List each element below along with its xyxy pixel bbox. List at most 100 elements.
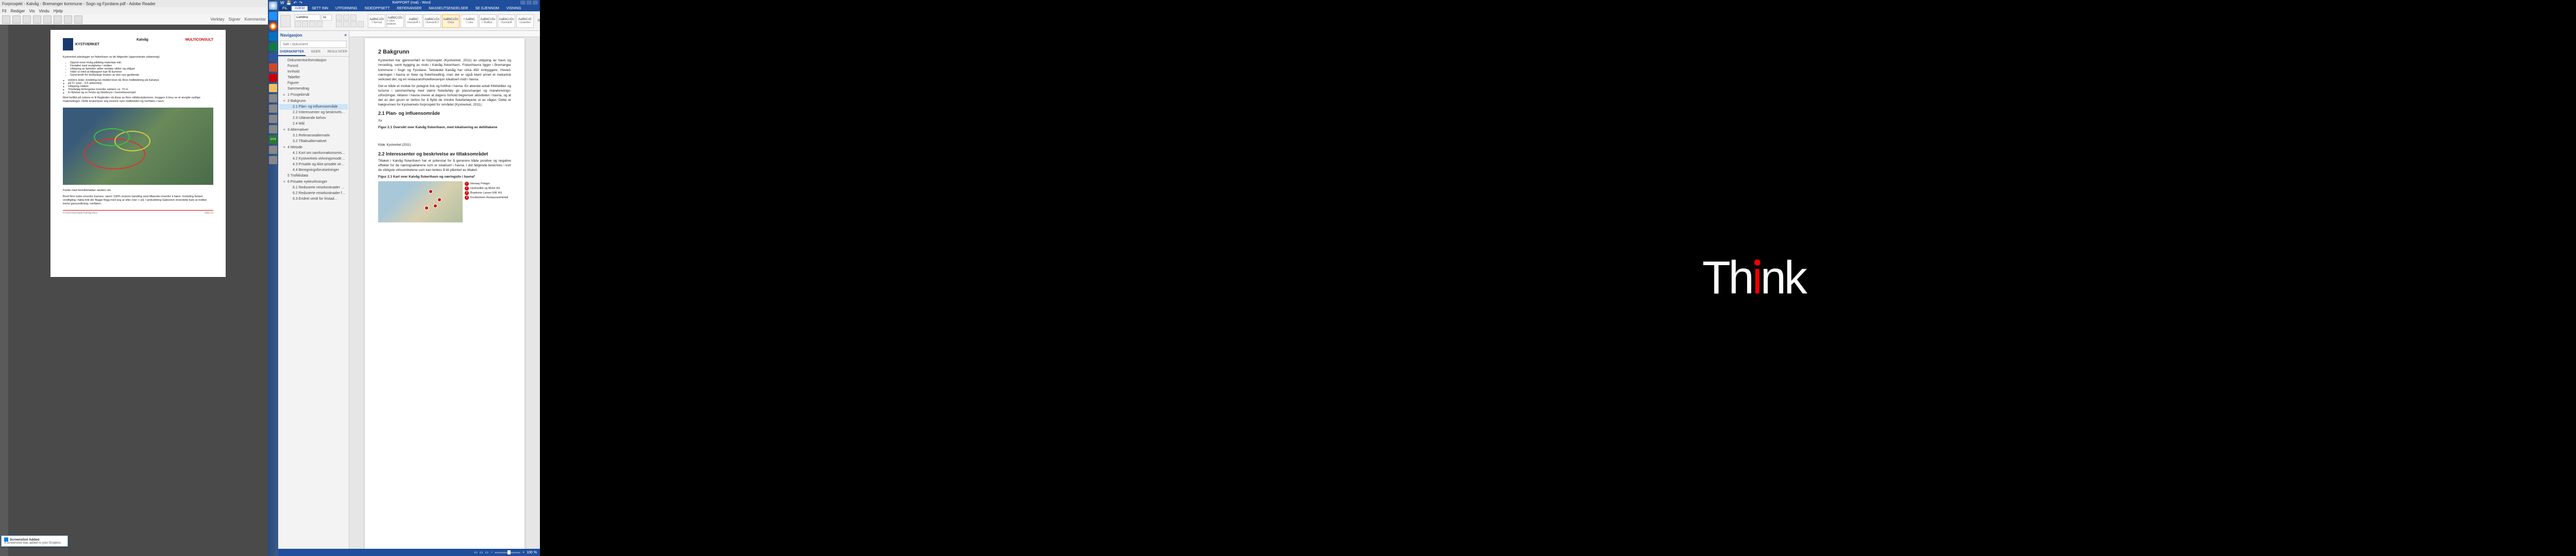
nav-item[interactable]: 3.1 Referansealternativ bbox=[279, 133, 348, 138]
multilevel-icon[interactable] bbox=[350, 14, 357, 21]
nav-item[interactable]: 4.3 Prisatte og ikke-prisatte virkikter bbox=[279, 162, 348, 167]
tab-hjem[interactable]: HJEM bbox=[292, 6, 308, 11]
style-undertitel[interactable]: AaBbCcEUndertitel bbox=[516, 14, 534, 28]
menu-hjelp[interactable]: Hjelp bbox=[54, 9, 63, 13]
nav-tab-pages[interactable]: SIDER bbox=[306, 49, 326, 56]
style-overskrift1[interactable]: AaBbCOverskrift 1 bbox=[405, 14, 422, 28]
adobe-comment-btn[interactable]: Kommentar bbox=[245, 17, 266, 22]
align-left-icon[interactable] bbox=[336, 21, 342, 27]
font-size-input[interactable] bbox=[321, 14, 332, 21]
zoom-level[interactable]: 100 % bbox=[527, 551, 537, 554]
bullets-icon[interactable] bbox=[336, 14, 342, 21]
tool-zoom-out-icon[interactable] bbox=[64, 15, 72, 24]
chrome-icon[interactable] bbox=[269, 22, 277, 30]
tool-mail-icon[interactable] bbox=[33, 15, 41, 24]
tool-open-icon[interactable] bbox=[2, 15, 10, 24]
nav-item[interactable]: 3.2 Tiltaksalternativet bbox=[279, 138, 348, 144]
zoom-out-icon[interactable]: − bbox=[490, 551, 493, 554]
numbering-icon[interactable] bbox=[343, 14, 349, 21]
nav-tree[interactable]: DokumentsinformdasjonForordInnholdTabell… bbox=[278, 57, 349, 549]
view-web-icon[interactable]: ▭ bbox=[485, 550, 488, 554]
taskbar-app-icon[interactable] bbox=[269, 94, 277, 102]
align-center-icon[interactable] bbox=[343, 21, 349, 27]
font-name-input[interactable] bbox=[295, 14, 320, 21]
nav-item[interactable]: 2.2 Interessenter og beskrivelse av tilt… bbox=[279, 110, 348, 115]
strike-icon[interactable] bbox=[316, 21, 323, 27]
nav-close-icon[interactable]: × bbox=[344, 33, 347, 38]
nav-item[interactable]: ▸1 Prosjektmål bbox=[279, 92, 348, 98]
taskbar-app-icon[interactable] bbox=[269, 146, 277, 154]
tool-page-prev-icon[interactable] bbox=[43, 15, 52, 24]
thinkpad-desktop[interactable]: Think bbox=[540, 0, 2576, 556]
nav-item[interactable]: 2.3 Utløsende behov bbox=[279, 115, 348, 121]
menu-rediger[interactable]: Rediger bbox=[10, 9, 25, 13]
view-readmode-icon[interactable]: ▭ bbox=[474, 550, 478, 554]
nav-item[interactable]: 2.4 Mål bbox=[279, 121, 348, 127]
adobe-main[interactable]: KYSTVERKET Kalvåg MULTICONSULT Kystverke… bbox=[8, 25, 268, 556]
nav-item[interactable]: ▾3 Alternativer bbox=[279, 127, 348, 133]
menu-vis[interactable]: Vis bbox=[29, 9, 35, 13]
view-print-icon[interactable]: ▭ bbox=[480, 550, 483, 554]
document-area[interactable]: 2 Bakgrunn Kystverket har gjennomført et… bbox=[349, 31, 540, 549]
nav-item[interactable]: Sammendrag bbox=[279, 86, 348, 92]
tab-settinn[interactable]: SETT INN bbox=[309, 6, 331, 11]
tab-sideoppsett[interactable]: SIDEOPPSETT bbox=[361, 6, 393, 11]
style-overskrift2[interactable]: AaBbCcDcOverskrift 2 bbox=[423, 14, 441, 28]
nav-item[interactable]: Dokumentsinformdasjon bbox=[279, 58, 348, 63]
qat-save-icon[interactable]: 💾 bbox=[286, 1, 292, 5]
taskbar-app-icon[interactable] bbox=[269, 105, 277, 113]
taskbar-badge-icon[interactable]: 1079 bbox=[269, 135, 277, 144]
adobe-icon[interactable] bbox=[269, 74, 277, 82]
tab-utforming[interactable]: UTFORMING bbox=[332, 6, 360, 11]
tool-print-icon[interactable] bbox=[23, 15, 31, 24]
tool-zoom-in-icon[interactable] bbox=[74, 15, 82, 24]
word-icon[interactable] bbox=[269, 53, 277, 61]
style-utenmellomr[interactable]: AaBbCcDc† Uten mellomr bbox=[386, 14, 404, 28]
nav-item[interactable]: 6.2 Reduserte reisekostnader for trafikk… bbox=[279, 190, 348, 196]
share-icon[interactable] bbox=[269, 115, 277, 123]
italic-icon[interactable] bbox=[302, 21, 308, 27]
style-cirkle[interactable]: AaBbCcDcCirkle bbox=[442, 14, 460, 28]
close-button[interactable] bbox=[533, 1, 538, 5]
nav-item[interactable]: 2.1 Plan- og influensområde bbox=[279, 104, 348, 110]
excel-icon[interactable] bbox=[269, 43, 277, 51]
style-overskrift[interactable]: AaBbCcDcOverskrift bbox=[498, 14, 515, 28]
style-normal[interactable]: AaBbCcDt† Normal bbox=[368, 14, 385, 28]
nav-item[interactable]: 5 Trafikkdata bbox=[279, 173, 348, 179]
nav-item[interactable]: 4.1 Kort om samfunnøkonomisk analyse bbox=[279, 150, 348, 156]
explorer-icon[interactable] bbox=[269, 84, 277, 92]
zoom-slider[interactable] bbox=[495, 552, 520, 553]
nav-item[interactable]: 6.1 Reduserte reisekostnader ved økt til… bbox=[279, 185, 348, 190]
adobe-tools-btn[interactable]: Verktøy bbox=[210, 17, 224, 22]
taskbar-app-icon[interactable] bbox=[269, 156, 277, 164]
minimize-button[interactable] bbox=[520, 1, 526, 5]
ie-icon[interactable] bbox=[269, 12, 277, 20]
nav-item[interactable]: Figurer bbox=[279, 80, 348, 86]
start-button-icon[interactable] bbox=[269, 2, 277, 10]
tab-masseutsendelser[interactable]: MASSEUTSENDELSER bbox=[426, 6, 471, 11]
maximize-button[interactable] bbox=[527, 1, 532, 5]
adobe-sign-btn[interactable]: Signer bbox=[229, 17, 241, 22]
tool-save-icon[interactable] bbox=[12, 15, 21, 24]
nav-tab-results[interactable]: RESULTATER bbox=[326, 49, 349, 56]
outlook-icon[interactable] bbox=[269, 32, 277, 41]
nav-item[interactable]: 6.3 Endret verdi for fristad... bbox=[279, 196, 348, 202]
paste-button-icon[interactable] bbox=[280, 15, 291, 27]
qat-undo-icon[interactable]: ↶ bbox=[294, 1, 297, 5]
tool-page-next-icon[interactable] bbox=[54, 15, 62, 24]
style-liste[interactable]: • AaBbC† Liste bbox=[461, 14, 478, 28]
align-right-icon[interactable] bbox=[350, 21, 357, 27]
qat-redo-icon[interactable]: ↷ bbox=[299, 1, 302, 5]
style-multilist[interactable]: AaBbCcDc† Multilist... bbox=[479, 14, 497, 28]
align-justify-icon[interactable] bbox=[358, 21, 364, 27]
taskbar-app-icon[interactable] bbox=[269, 125, 277, 133]
tab-fil[interactable]: FIL bbox=[279, 6, 291, 11]
powerpoint-icon[interactable] bbox=[269, 63, 277, 72]
zoom-in-icon[interactable]: + bbox=[522, 551, 524, 554]
nav-item[interactable]: Forord bbox=[279, 63, 348, 69]
nav-item[interactable]: ▾4 Metode bbox=[279, 144, 348, 150]
underline-icon[interactable] bbox=[309, 21, 315, 27]
nav-tab-headings[interactable]: OVERSKRIFTER bbox=[278, 49, 306, 56]
tab-segjennom[interactable]: SE GJENNOM bbox=[472, 6, 502, 11]
document-page[interactable]: 2 Bakgrunn Kystverket har gjennomført et… bbox=[365, 38, 524, 549]
